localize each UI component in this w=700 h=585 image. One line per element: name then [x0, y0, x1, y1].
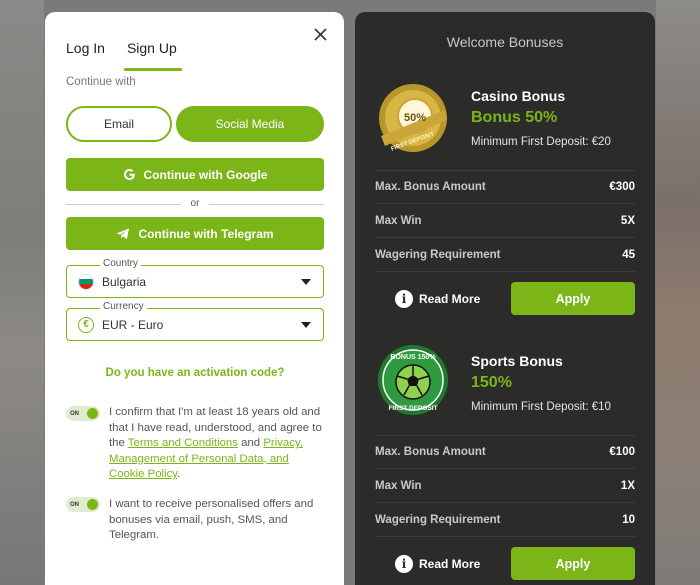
info-icon: i [395, 554, 413, 573]
marketing-consent-text: I want to receive personalised offers an… [109, 498, 314, 541]
telegram-button-label: Continue with Telegram [138, 226, 274, 241]
continue-with-label: Continue with [66, 76, 136, 88]
country-label: Country [100, 258, 142, 269]
continue-with-google-button[interactable]: Continue with Google [66, 158, 324, 191]
google-button-label: Continue with Google [143, 167, 268, 182]
email-method-button[interactable]: Email [66, 106, 172, 142]
casino-actions: i Read More Apply [395, 282, 635, 315]
sports-bonus-name: Sports Bonus [471, 353, 563, 369]
sports-bonus-badge-icon: BONUS 150% FIRST DEPOSIT [378, 345, 448, 415]
age-terms-consent-text: I confirm that I'm at least 18 years old… [109, 406, 322, 480]
bulgaria-flag-icon [78, 273, 94, 290]
casino-read-more-link[interactable]: i Read More [395, 289, 480, 308]
telegram-icon [116, 228, 130, 239]
casino-min-deposit: Minimum First Deposit: €20 [471, 136, 611, 148]
sports-min-deposit: Minimum First Deposit: €10 [471, 401, 611, 413]
currency-value: EUR - Euro [102, 317, 164, 332]
sports-badge-top: BONUS 150% [390, 354, 436, 361]
casino-bonus-badge-icon: 50% FIRST DEPOSIT [379, 84, 447, 153]
euro-icon: € [78, 316, 94, 333]
info-icon: i [395, 289, 413, 308]
sports-apply-button[interactable]: Apply [511, 547, 635, 580]
auth-modal: Log In Sign Up Continue with Email Socia… [45, 12, 344, 585]
sports-actions: i Read More Apply [395, 547, 635, 580]
bonuses-title: Welcome Bonuses [446, 34, 564, 50]
casino-apply-button[interactable]: Apply [511, 282, 635, 315]
casino-row-max-bonus: Max. Bonus Amount €300 [375, 170, 635, 204]
casino-row-wagering: Wagering Requirement 45 [375, 238, 635, 272]
sports-read-more-link[interactable]: i Read More [395, 554, 480, 573]
terms-link[interactable]: Terms and Conditions [128, 437, 238, 449]
casino-badge-pct: 50% [404, 112, 426, 124]
marketing-toggle[interactable]: ON [66, 497, 100, 512]
country-select[interactable]: Country Bulgaria [66, 258, 324, 298]
auth-tabs: Log In Sign Up [66, 40, 182, 71]
activation-code-link[interactable]: Do you have an activation code? [66, 367, 324, 379]
casino-bonus-pct: Bonus 50% [471, 109, 558, 126]
currency-label: Currency [100, 301, 147, 312]
close-button[interactable] [310, 24, 330, 44]
google-icon [123, 169, 135, 180]
continue-with-telegram-button[interactable]: Continue with Telegram [66, 217, 324, 250]
casino-row-max-win: Max Win 5X [375, 204, 635, 238]
signup-method-toggle: Email Social Media [66, 106, 324, 142]
background-left [0, 0, 44, 585]
country-value: Bulgaria [102, 274, 147, 289]
sports-row-max-win: Max Win 1X [375, 469, 635, 503]
tab-signup[interactable]: Sign Up [123, 40, 182, 71]
chevron-down-icon [301, 279, 311, 285]
background-right [656, 0, 700, 585]
age-terms-toggle[interactable]: ON [66, 406, 100, 421]
sports-badge-bottom: FIRST DEPOSIT [388, 405, 437, 412]
sports-bonus-pct: 150% [471, 374, 512, 391]
sports-row-wagering: Wagering Requirement 10 [375, 503, 635, 537]
close-icon [313, 27, 327, 41]
chevron-down-icon [301, 322, 311, 328]
tab-login[interactable]: Log In [66, 40, 105, 56]
or-divider: or [66, 198, 324, 210]
currency-select[interactable]: Currency € EUR - Euro [66, 301, 324, 341]
sports-row-max-bonus: Max. Bonus Amount €100 [375, 435, 635, 469]
social-media-method-button[interactable]: Social Media [176, 106, 324, 142]
casino-bonus-name: Casino Bonus [471, 88, 566, 104]
welcome-bonuses-panel: Welcome Bonuses 50% FIRST DEPOSIT Casino… [355, 12, 655, 585]
